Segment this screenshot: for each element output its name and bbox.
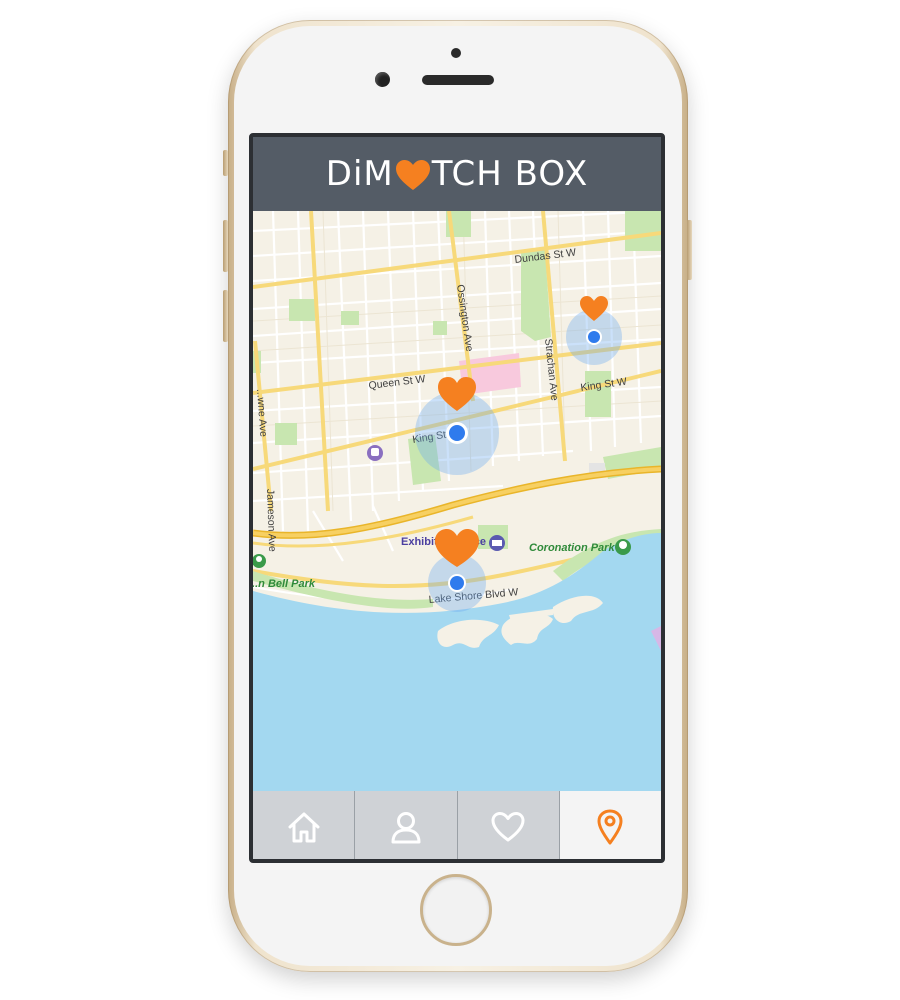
volume-up-button	[223, 220, 228, 272]
park	[341, 311, 359, 325]
user-location-dot	[450, 576, 464, 590]
phone-screen: DiM TCH BOX Dundas St W Ossington Ave Qu…	[249, 133, 665, 863]
power-button	[687, 220, 692, 280]
app-header: DiM TCH BOX	[253, 137, 661, 211]
home-button[interactable]	[420, 874, 492, 946]
front-camera	[375, 72, 390, 87]
venue-icon	[489, 535, 505, 551]
transit-icon	[367, 445, 383, 461]
logo-text-end: TCH BOX	[431, 154, 589, 194]
place-label-bell-park: ...n Bell Park	[253, 578, 316, 590]
match-marker-3[interactable]	[428, 529, 486, 612]
tab-matches[interactable]	[457, 791, 560, 859]
heart-icon	[491, 812, 525, 842]
park	[275, 423, 297, 445]
park	[625, 211, 661, 251]
user-location-dot	[449, 425, 465, 441]
volume-down-button	[223, 290, 228, 342]
tab-home[interactable]	[253, 791, 356, 859]
earpiece-speaker	[422, 75, 494, 85]
park	[433, 321, 447, 335]
map-canvas: Dundas St W Ossington Ave Queen St W Str…	[253, 211, 661, 791]
bottom-tab-bar	[253, 791, 661, 859]
mute-switch	[223, 150, 228, 176]
street-label-jameson: Jameson Ave	[264, 489, 278, 552]
logo-heart-icon	[395, 160, 430, 190]
place-label-coronation-park: Coronation Park	[529, 542, 615, 554]
proximity-sensor	[451, 48, 461, 58]
logo-text-start: DiM	[325, 154, 394, 194]
home-icon	[288, 812, 320, 843]
park	[289, 299, 315, 321]
park-icon	[615, 539, 631, 555]
location-pin-icon	[597, 809, 623, 845]
tab-profile[interactable]	[355, 791, 458, 859]
profile-icon	[391, 812, 421, 844]
tab-map[interactable]	[559, 791, 661, 859]
user-location-dot	[588, 331, 600, 343]
map-view[interactable]: Dundas St W Ossington Ave Queen St W Str…	[253, 211, 661, 791]
app-logo: DiM TCH BOX	[326, 157, 588, 191]
